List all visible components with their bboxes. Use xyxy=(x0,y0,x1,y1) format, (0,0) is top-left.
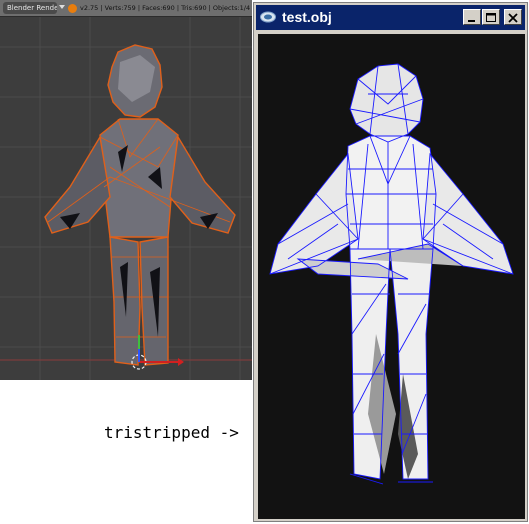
chevron-down-icon[interactable] xyxy=(59,5,65,9)
viewer-app-icon xyxy=(260,11,276,23)
close-button[interactable] xyxy=(504,9,522,25)
blender-window: Blender Render v2.75 | Verts:759 | Faces… xyxy=(0,0,252,380)
tristripped-label: tristripped -> xyxy=(104,423,239,442)
maximize-icon xyxy=(486,13,496,22)
3d-viewport[interactable] xyxy=(0,17,252,380)
render-viewport[interactable] xyxy=(258,34,525,519)
blender-info-header: Blender Render v2.75 | Verts:759 | Faces… xyxy=(0,0,252,17)
viewer-window: test.obj xyxy=(253,2,528,522)
close-icon xyxy=(508,13,518,23)
window-title: test.obj xyxy=(282,9,332,25)
render-engine-dropdown[interactable]: Blender Render xyxy=(3,2,57,14)
minimize-button[interactable] xyxy=(463,9,481,25)
maximize-button[interactable] xyxy=(482,9,500,25)
scene-stats: v2.75 | Verts:759 | Faces:690 | Tris:690… xyxy=(80,4,252,12)
blender-logo-icon xyxy=(68,4,77,13)
title-bar[interactable]: test.obj xyxy=(256,5,525,30)
minimize-icon xyxy=(468,20,475,22)
